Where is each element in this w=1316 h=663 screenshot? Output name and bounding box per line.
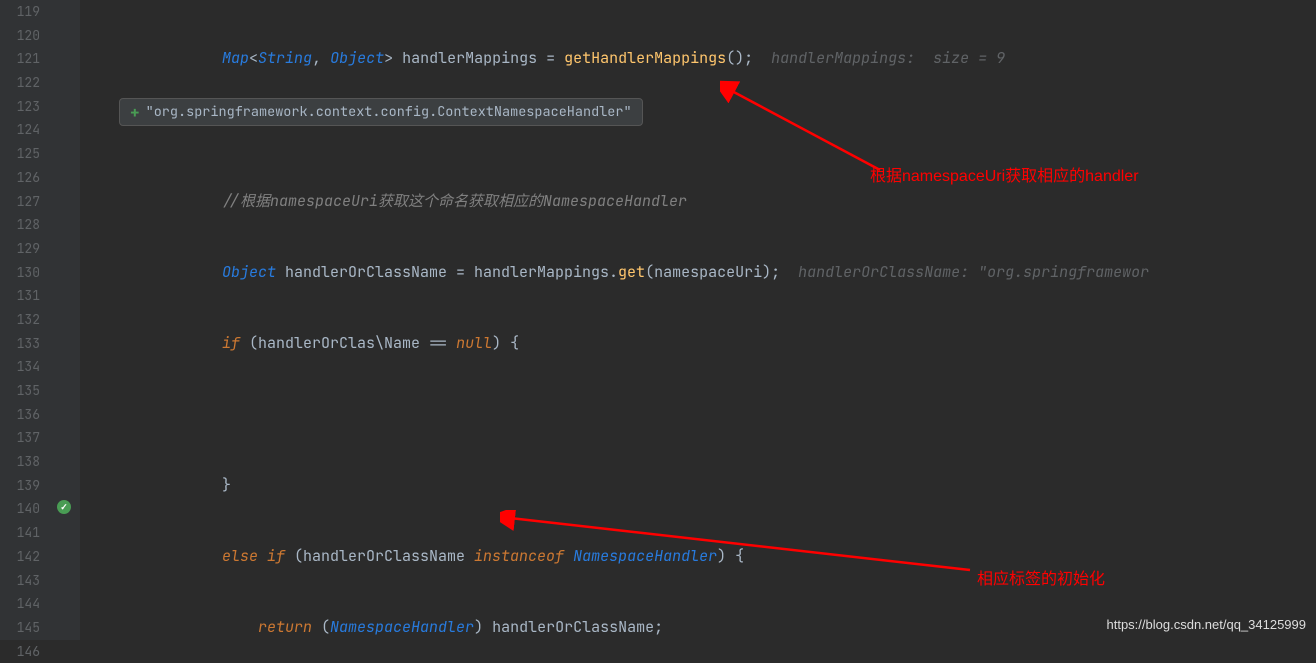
popup-text: "org.springframework.context.config.Cont… bbox=[146, 103, 632, 121]
fold-gutter bbox=[80, 0, 108, 640]
code-area[interactable]: Map<String, Object> handlerMappings = ge… bbox=[108, 0, 1316, 640]
annotation-text-2: 相应标签的初始化 bbox=[977, 565, 1105, 589]
code-editor[interactable]: 119120 121122 123124 125126 127128 12913… bbox=[0, 0, 1316, 640]
expression-value-popup[interactable]: + "org.springframework.context.config.Co… bbox=[119, 98, 643, 126]
watermark: https://blog.csdn.net/qq_34125999 bbox=[1107, 617, 1307, 632]
marker-gutter bbox=[48, 0, 80, 640]
plus-icon: + bbox=[130, 102, 140, 123]
annotation-text-1: 根据namespaceUri获取相应的handler bbox=[870, 162, 1139, 186]
line-number-gutter: 119120 121122 123124 125126 127128 12913… bbox=[0, 0, 48, 640]
breakpoint-pass-icon[interactable] bbox=[57, 500, 71, 514]
